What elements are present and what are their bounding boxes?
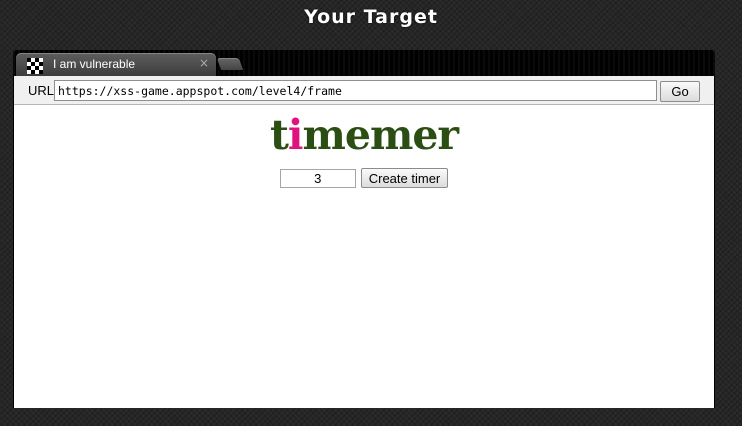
- page-heading: Your Target: [304, 6, 438, 28]
- tab-title: I am vulnerable: [53, 57, 136, 71]
- url-input[interactable]: [54, 80, 657, 101]
- checkered-favicon-icon: [27, 58, 43, 74]
- logo-prefix: t: [269, 111, 289, 159]
- new-tab-button[interactable]: [216, 58, 244, 70]
- timemer-logo: timemer: [14, 113, 714, 157]
- address-toolbar: URL Go: [14, 76, 714, 105]
- browser-tab[interactable]: I am vulnerable ×: [16, 53, 216, 76]
- go-button[interactable]: Go: [660, 81, 700, 102]
- timer-seconds-input[interactable]: [279, 168, 356, 188]
- tab-strip: I am vulnerable ×: [13, 50, 715, 76]
- logo-suffix: memer: [302, 111, 459, 159]
- page-viewport: timemer Create timer: [14, 105, 714, 408]
- timer-form: Create timer: [14, 168, 714, 188]
- browser-window: I am vulnerable × URL Go timemer Create …: [13, 50, 715, 408]
- url-label: URL: [28, 83, 55, 98]
- create-timer-button[interactable]: Create timer: [360, 168, 449, 188]
- logo-highlight: i: [287, 111, 304, 159]
- close-icon[interactable]: ×: [199, 56, 209, 70]
